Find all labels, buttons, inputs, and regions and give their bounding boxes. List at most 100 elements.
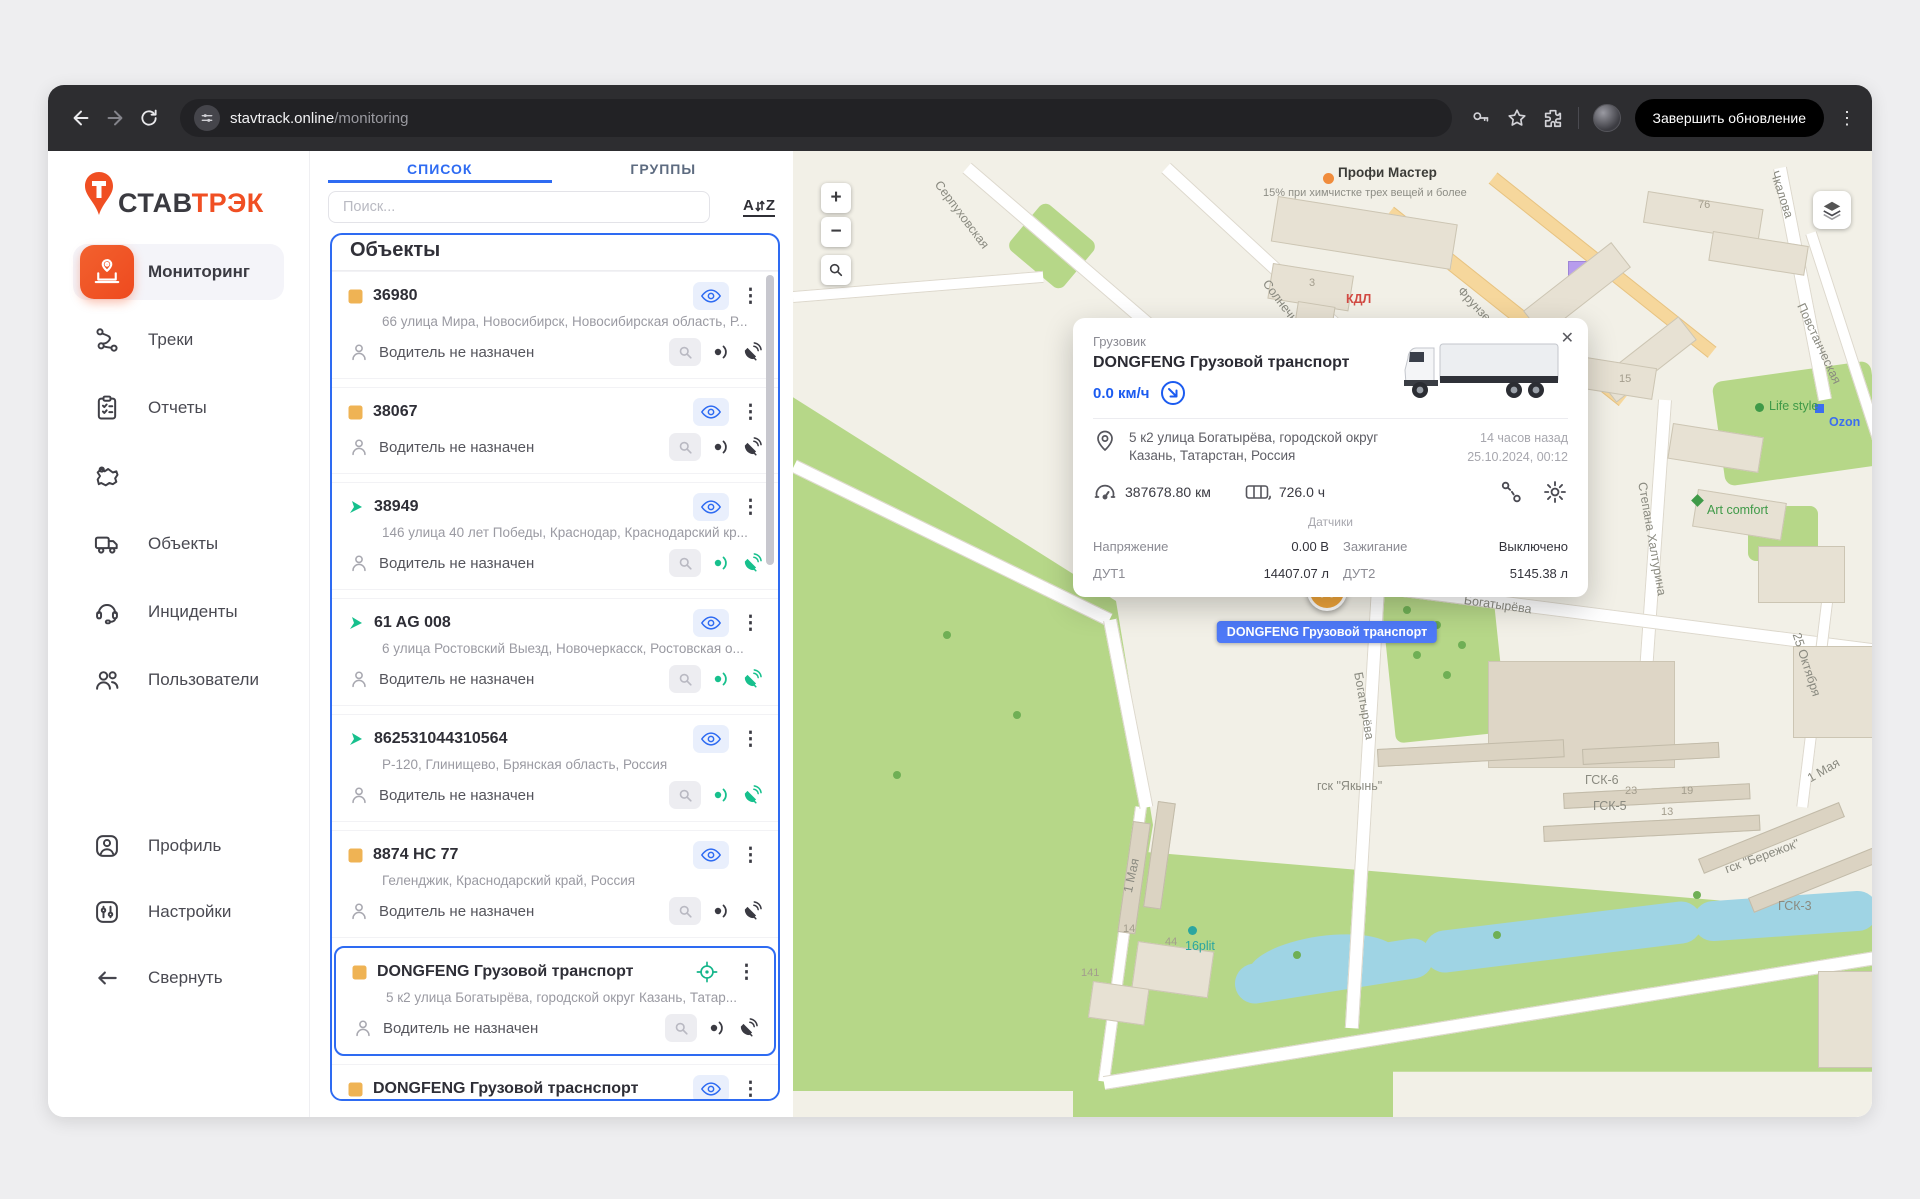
sidebar-item-monitoring[interactable]: Мониторинг	[48, 238, 309, 306]
sidebar-item-users[interactable]: Пользователи	[48, 646, 309, 714]
vehicle-card[interactable]: 38067 ⋮ Водитель не назначен	[332, 387, 778, 474]
map-label: 3	[1309, 277, 1315, 289]
visibility-eye-button[interactable]	[693, 493, 729, 521]
row-menu-icon[interactable]: ⋮	[735, 963, 758, 982]
sidebar-item-reports[interactable]: Отчеты	[48, 374, 309, 442]
map-label: 16plit	[1185, 939, 1215, 953]
vehicle-card[interactable]: DONGFENG Грузовой транспорт ⋮ 5 к2 улица…	[334, 946, 776, 1056]
reload-button[interactable]	[132, 101, 166, 135]
map-label: 76	[1698, 199, 1710, 211]
eye-icon	[701, 1081, 721, 1097]
map-shape	[1563, 783, 1751, 809]
row-menu-icon[interactable]: ⋮	[739, 730, 762, 749]
tab-list[interactable]: СПИСОК	[328, 151, 552, 183]
finish-update-button[interactable]: Завершить обновление	[1635, 99, 1824, 137]
site-settings-icon[interactable]	[194, 105, 220, 131]
chrome-menu-icon[interactable]: ⋮	[1838, 109, 1856, 127]
sensor-value: 14407.07 л	[1182, 566, 1329, 581]
visibility-eye-button[interactable]	[693, 282, 729, 310]
locate-target-button[interactable]	[689, 958, 725, 986]
vehicle-address: Геленджик, Краснодарский край, Россия	[382, 873, 762, 888]
driver-person-icon	[348, 341, 370, 363]
gear-icon[interactable]	[1542, 479, 1568, 505]
vehicle-card[interactable]: 862531044310564 ⋮ Р-120, Глинищево, Брян…	[332, 714, 778, 822]
row-menu-icon[interactable]: ⋮	[739, 846, 762, 865]
vehicle-actions: ⋮	[693, 282, 762, 310]
route-icon[interactable]	[1498, 479, 1524, 505]
sidebar-collapse-button[interactable]: Свернуть	[48, 945, 309, 1011]
row-menu-icon[interactable]: ⋮	[739, 1080, 762, 1099]
visibility-eye-button[interactable]	[693, 841, 729, 869]
magnifier-icon	[678, 904, 693, 919]
driver-search-button[interactable]	[665, 1014, 697, 1042]
driver-search-button[interactable]	[669, 781, 701, 809]
driver-search-button[interactable]	[669, 338, 701, 366]
list-scrollbar[interactable]	[766, 275, 774, 565]
satellite-dish-icon	[741, 669, 762, 690]
vehicle-card[interactable]: 8874 НС 77 ⋮ Геленджик, Краснодарский кр…	[332, 830, 778, 938]
speed-value: 0.0 км/ч	[1093, 385, 1150, 402]
vehicle-marker-label[interactable]: DONGFENG Грузовой транспорт	[1217, 621, 1437, 643]
profile-avatar[interactable]	[1593, 104, 1621, 132]
vehicle-card[interactable]: 38949 ⋮ 146 улица 40 лет Победы, Краснод…	[332, 482, 778, 590]
forward-button[interactable]	[98, 101, 132, 135]
driver-search-button[interactable]	[669, 665, 701, 693]
visibility-eye-button[interactable]	[693, 725, 729, 753]
vehicle-title-row: 8874 НС 77 ⋮	[348, 843, 762, 867]
status-parked-icon	[352, 965, 367, 980]
ignition-icon	[712, 554, 730, 572]
sidebar: СТАВТРЭК Мониторинг Треки	[48, 151, 310, 1117]
url-bar[interactable]: stavtrack.online/monitoring	[180, 99, 1452, 137]
vehicle-actions: ⋮	[693, 725, 762, 753]
ignition-icon	[712, 670, 730, 688]
map-shape	[1758, 546, 1845, 603]
sidebar-item-geozones[interactable]	[48, 442, 309, 510]
direction-icon[interactable]	[1160, 380, 1186, 406]
visibility-eye-button[interactable]	[693, 398, 729, 426]
vehicle-card[interactable]: 61 AG 008 ⋮ 6 улица Ростовский Выезд, Но…	[332, 598, 778, 706]
password-key-icon[interactable]	[1470, 107, 1492, 129]
vehicle-card[interactable]: 36980 ⋮ 66 улица Мира, Новосибирск, Ново…	[332, 271, 778, 379]
driver-search-button[interactable]	[669, 433, 701, 461]
vehicle-title-row: 36980 ⋮	[348, 284, 762, 308]
map-shape	[1493, 931, 1501, 939]
truck-photo	[1396, 340, 1566, 409]
map-zoom-in-button[interactable]: +	[821, 183, 851, 213]
driver-label: Водитель не назначен	[379, 671, 534, 688]
driver-search-button[interactable]	[669, 549, 701, 577]
app-root: СТАВТРЭК Мониторинг Треки	[48, 151, 1872, 1117]
map[interactable]: Серпуховская Солнечный пер КДЛ Фрунзе Чк…	[793, 151, 1872, 1117]
vehicle-actions: ⋮	[693, 1075, 762, 1101]
map-zoom-out-button[interactable]: −	[821, 217, 851, 247]
poi-marker-green	[1755, 403, 1764, 412]
extensions-icon[interactable]	[1542, 107, 1564, 129]
vehicle-status-icons	[669, 665, 762, 693]
sidebar-item-incidents[interactable]: Инциденты	[48, 578, 309, 646]
tab-groups[interactable]: ГРУППЫ	[552, 151, 776, 183]
map-search-button[interactable]	[821, 255, 851, 285]
visibility-eye-button[interactable]	[693, 609, 729, 637]
driver-search-button[interactable]	[669, 897, 701, 925]
map-label: Life style	[1769, 399, 1818, 413]
search-icon	[828, 262, 844, 278]
reload-icon	[139, 108, 159, 128]
row-menu-icon[interactable]: ⋮	[739, 287, 762, 306]
sidebar-item-profile[interactable]: Профиль	[48, 813, 309, 879]
sidebar-item-settings[interactable]: Настройки	[48, 879, 309, 945]
vehicle-name: 8874 НС 77	[373, 846, 458, 864]
visibility-eye-button[interactable]	[693, 1075, 729, 1101]
popup-address: 5 к2 улица Богатырёва, городской округ К…	[1129, 429, 1409, 467]
vehicle-title-row: DONGFENG Грузовой траснспорт ⋮	[348, 1077, 762, 1101]
row-menu-icon[interactable]: ⋮	[739, 403, 762, 422]
row-menu-icon[interactable]: ⋮	[739, 498, 762, 517]
sidebar-item-objects[interactable]: Объекты	[48, 510, 309, 578]
bookmark-star-icon[interactable]	[1506, 107, 1528, 129]
sort-a: A	[743, 197, 754, 214]
map-layers-button[interactable]	[1813, 191, 1851, 229]
row-menu-icon[interactable]: ⋮	[739, 614, 762, 633]
sort-az-button[interactable]: A Z	[743, 197, 775, 217]
vehicle-card[interactable]: DONGFENG Грузовой траснспорт ⋮ 71 улица …	[332, 1064, 778, 1101]
search-input[interactable]	[328, 191, 710, 223]
back-button[interactable]	[64, 101, 98, 135]
sidebar-item-tracks[interactable]: Треки	[48, 306, 309, 374]
